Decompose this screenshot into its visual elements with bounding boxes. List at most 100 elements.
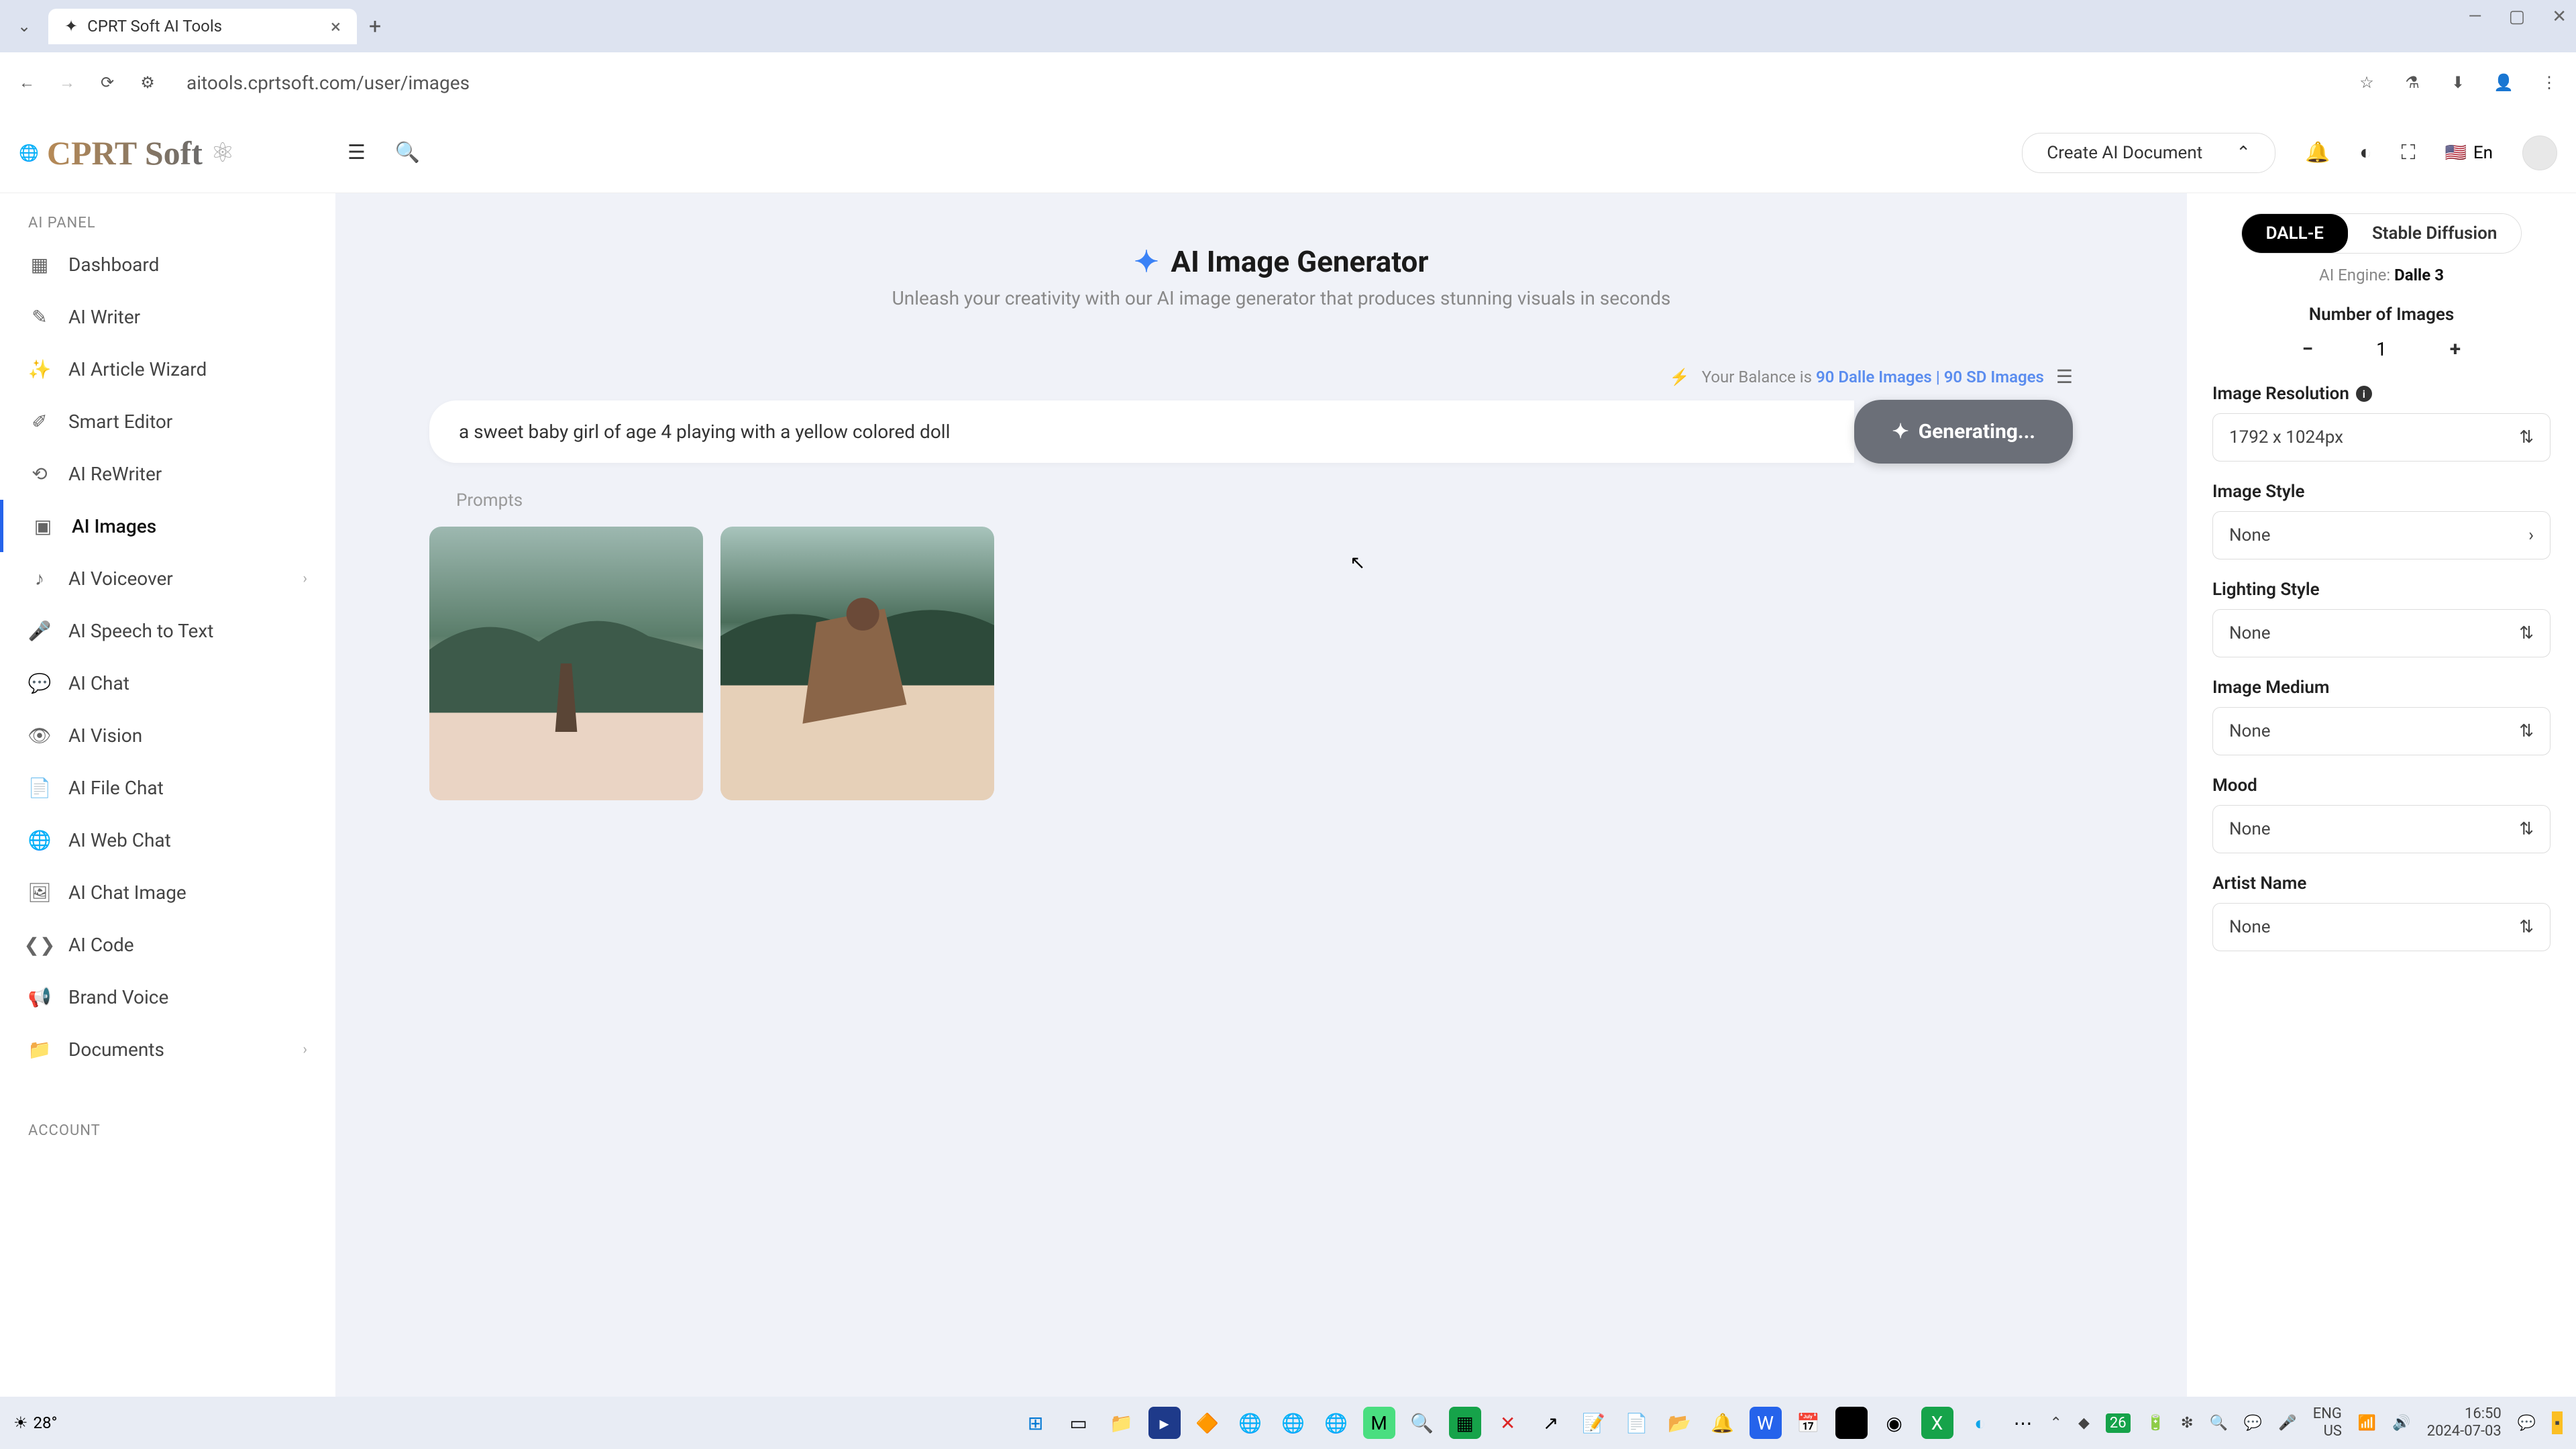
mood-select[interactable]: None⇅	[2212, 805, 2551, 853]
sidebar-item-ai-chat-image[interactable]: 🖼AI Chat Image	[0, 866, 335, 918]
nav-back-icon[interactable]: ←	[16, 72, 38, 93]
logo[interactable]: 🌐 CPRT Soft ⚛	[19, 133, 314, 172]
generate-button[interactable]: ✦ Generating...	[1854, 400, 2073, 464]
increase-button[interactable]: +	[2440, 334, 2470, 364]
taskbar-chrome-icon[interactable]: 🌐	[1234, 1407, 1267, 1439]
weather-widget[interactable]: ☀28°	[13, 1413, 57, 1432]
taskbar-terminal-icon[interactable]: ▸	[1148, 1407, 1181, 1439]
sidebar-toggle-icon[interactable]: ☰	[347, 141, 366, 164]
search-icon[interactable]: 🔍	[395, 141, 420, 164]
tray-volume-icon[interactable]: 🔊	[2392, 1415, 2410, 1432]
sidebar-item-documents[interactable]: 📁Documents›	[0, 1023, 335, 1075]
tray-language[interactable]: ENGUS	[2313, 1405, 2342, 1441]
lighting-select[interactable]: None⇅	[2212, 609, 2551, 657]
sidebar-item-ai-vision[interactable]: 👁AI Vision	[0, 709, 335, 761]
tray-notifications-icon[interactable]: 💬	[2518, 1415, 2536, 1432]
notifications-icon[interactable]: 🔔	[2305, 141, 2330, 164]
menu-icon[interactable]: ⋮	[2538, 72, 2560, 93]
sidebar-item-ai-images[interactable]: ▣AI Images	[0, 500, 335, 552]
fullscreen-icon[interactable]: ⛶	[2401, 141, 2415, 164]
taskbar-edge-icon[interactable]: ◐	[1964, 1407, 1996, 1439]
taskbar-search-icon[interactable]: 🔍	[1406, 1407, 1438, 1439]
taskbar-chrome2-icon[interactable]: 🌐	[1277, 1407, 1309, 1439]
nav-reload-icon[interactable]: ⟳	[97, 72, 118, 93]
taskbar-steam-icon[interactable]: ◉	[1878, 1407, 1911, 1439]
tray-app3-icon[interactable]: ▪	[2552, 1411, 2563, 1434]
site-info-icon[interactable]: ⚙	[137, 72, 158, 93]
sidebar-item-brand-voice[interactable]: 📢Brand Voice	[0, 971, 335, 1023]
tab-close-icon[interactable]: ×	[331, 15, 341, 38]
tray-clock[interactable]: 16:502024-07-03	[2427, 1405, 2502, 1441]
gallery-image-2[interactable]	[720, 527, 994, 800]
tray-chat-icon[interactable]: 💬	[2244, 1415, 2262, 1432]
sidebar-item-dashboard[interactable]: ▦Dashboard	[0, 238, 335, 290]
decrease-button[interactable]: −	[2293, 334, 2322, 364]
taskbar-more-icon[interactable]: ⋯	[2007, 1407, 2039, 1439]
window-minimize-icon[interactable]: —	[2468, 7, 2481, 27]
taskbar-calendar-icon[interactable]: 📅	[1792, 1407, 1825, 1439]
create-document-button[interactable]: Create AI Document ⌃	[2022, 133, 2275, 173]
settings-panel: DALL-E Stable Diffusion AI Engine: Dalle…	[2187, 193, 2576, 1449]
sidebar-item-speech-to-text[interactable]: 🎤AI Speech to Text	[0, 604, 335, 657]
medium-select[interactable]: None⇅	[2212, 707, 2551, 755]
browser-tab[interactable]: ✦ CPRT Soft AI Tools ×	[48, 9, 357, 44]
tray-battery-icon[interactable]: 🔋	[2147, 1415, 2165, 1432]
taskbar-app6-icon[interactable]: 📄	[1621, 1407, 1653, 1439]
sidebar-item-ai-writer[interactable]: ✎AI Writer	[0, 290, 335, 343]
taskbar-word-icon[interactable]: W	[1750, 1407, 1782, 1439]
bookmark-icon[interactable]: ☆	[2356, 72, 2377, 93]
taskbar-app3-icon[interactable]: ▦	[1449, 1407, 1481, 1439]
taskbar-app2-icon[interactable]: M	[1363, 1407, 1395, 1439]
taskbar-app5-icon[interactable]: ↗	[1535, 1407, 1567, 1439]
tray-date-icon[interactable]: 26	[2106, 1413, 2131, 1433]
prompt-input[interactable]	[429, 400, 1854, 463]
window-close-icon[interactable]: ✕	[2552, 7, 2567, 27]
labs-icon[interactable]: ⚗	[2402, 72, 2423, 93]
sidebar-item-ai-rewriter[interactable]: ⟲AI ReWriter	[0, 447, 335, 500]
taskbar-taskview-icon[interactable]: ▭	[1063, 1407, 1095, 1439]
settings-sliders-icon[interactable]: ☰	[2056, 366, 2073, 388]
language-selector[interactable]: 🇺🇸 En	[2445, 143, 2493, 163]
tray-wifi-icon[interactable]: 📶	[2358, 1415, 2376, 1432]
taskbar-notepad-icon[interactable]: 📝	[1578, 1407, 1610, 1439]
tray-mic-icon[interactable]: 🎤	[2278, 1415, 2296, 1432]
address-bar[interactable]: aitools.cprtsoft.com/user/images	[177, 72, 2337, 94]
tabs-dropdown-icon[interactable]: ⌄	[13, 15, 35, 37]
tab-favicon-icon: ✦	[64, 17, 78, 36]
window-maximize-icon[interactable]: ▢	[2509, 7, 2526, 27]
sidebar-item-ai-file-chat[interactable]: 📄AI File Chat	[0, 761, 335, 814]
tab-stable-diffusion[interactable]: Stable Diffusion	[2348, 214, 2521, 253]
sidebar-item-ai-voiceover[interactable]: ♪AI Voiceover›	[0, 552, 335, 604]
taskbar-app8-icon[interactable]: ▪	[1835, 1407, 1868, 1439]
taskbar-app7-icon[interactable]: 🔔	[1707, 1407, 1739, 1439]
profile-icon[interactable]: 👤	[2493, 72, 2514, 93]
select-arrow-icon: ⇅	[2519, 819, 2534, 839]
taskbar-chrome3-icon[interactable]: 🌐	[1320, 1407, 1352, 1439]
nav-forward-icon[interactable]: →	[56, 72, 78, 93]
taskbar-excel-icon[interactable]: X	[1921, 1407, 1953, 1439]
info-icon[interactable]: i	[2356, 386, 2372, 402]
taskbar-start-icon[interactable]: ⊞	[1020, 1407, 1052, 1439]
tray-chevron-icon[interactable]: ⌃	[2050, 1415, 2062, 1432]
sidebar-item-ai-code[interactable]: ❮❯AI Code	[0, 918, 335, 971]
taskbar-app-icon[interactable]: 🔶	[1191, 1407, 1224, 1439]
taskbar-app4-icon[interactable]: ✕	[1492, 1407, 1524, 1439]
new-tab-icon[interactable]: +	[369, 13, 381, 39]
gallery-image-1[interactable]	[429, 527, 703, 800]
tab-dalle[interactable]: DALL-E	[2242, 214, 2348, 253]
tray-app2-icon[interactable]: ❇	[2181, 1415, 2193, 1432]
tray-app-icon[interactable]: ◆	[2078, 1415, 2090, 1432]
sidebar-item-ai-chat[interactable]: 💬AI Chat	[0, 657, 335, 709]
artist-select[interactable]: None⇅	[2212, 903, 2551, 951]
user-avatar[interactable]	[2522, 136, 2557, 170]
sidebar-item-ai-web-chat[interactable]: 🌐AI Web Chat	[0, 814, 335, 866]
sidebar-item-smart-editor[interactable]: ✐Smart Editor	[0, 395, 335, 447]
dark-mode-icon[interactable]: ◐	[2359, 141, 2371, 164]
resolution-select[interactable]: 1792 x 1024px⇅	[2212, 413, 2551, 462]
downloads-icon[interactable]: ⬇	[2447, 72, 2469, 93]
taskbar-explorer-icon[interactable]: 📁	[1106, 1407, 1138, 1439]
tray-search-icon[interactable]: 🔍	[2209, 1415, 2227, 1432]
style-select[interactable]: None›	[2212, 511, 2551, 559]
taskbar-folder-icon[interactable]: 📂	[1664, 1407, 1696, 1439]
sidebar-item-article-wizard[interactable]: ✨AI Article Wizard	[0, 343, 335, 395]
